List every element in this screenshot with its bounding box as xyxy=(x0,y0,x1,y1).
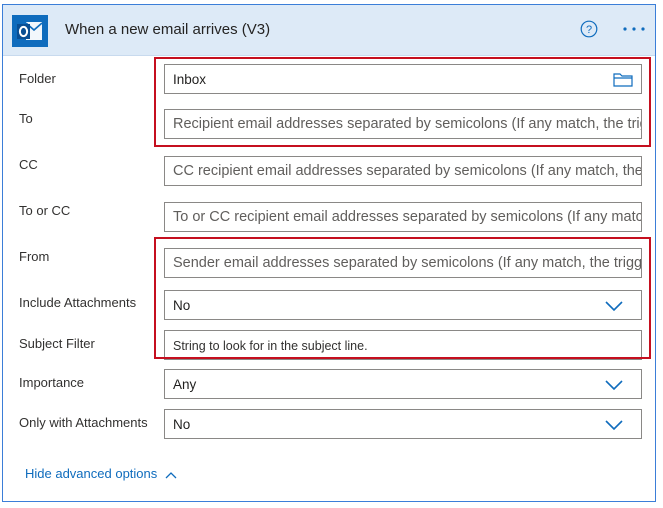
cc-label: CC xyxy=(19,157,38,172)
card-header[interactable]: When a new email arrives (V3) ? xyxy=(3,5,655,56)
chevron-down-icon xyxy=(605,301,623,312)
from-placeholder: Sender email addresses separated by semi… xyxy=(173,255,642,271)
to-or-cc-label: To or CC xyxy=(19,203,71,218)
chevron-down-icon xyxy=(605,380,623,391)
importance-value: Any xyxy=(173,377,197,392)
folder-value: Inbox xyxy=(173,72,207,87)
folder-label: Folder xyxy=(19,71,56,86)
chevron-up-icon xyxy=(165,471,177,479)
include-attachments-value: No xyxy=(173,298,191,313)
cc-placeholder: CC recipient email addresses separated b… xyxy=(173,163,642,179)
to-or-cc-placeholder: To or CC recipient email addresses separ… xyxy=(173,209,641,225)
to-or-cc-field[interactable]: To or CC recipient email addresses separ… xyxy=(164,202,642,232)
subject-filter-placeholder: String to look for in the subject line. xyxy=(173,339,368,353)
to-label: To xyxy=(19,111,33,126)
outlook-icon xyxy=(12,15,48,47)
include-attachments-label: Include Attachments xyxy=(19,295,137,310)
only-with-attachments-value: No xyxy=(173,417,191,432)
help-icon[interactable]: ? xyxy=(580,20,598,38)
hide-advanced-options-label: Hide advanced options xyxy=(25,466,158,481)
only-with-attachments-label: Only with Attachments xyxy=(19,415,148,430)
trigger-title: When a new email arrives (V3) xyxy=(65,21,271,38)
to-placeholder: Recipient email addresses separated by s… xyxy=(173,116,641,132)
include-attachments-dropdown[interactable]: No xyxy=(164,290,642,320)
importance-dropdown[interactable]: Any xyxy=(164,369,642,399)
folder-field[interactable]: Inbox xyxy=(164,64,642,94)
chevron-down-icon xyxy=(605,420,623,431)
folder-icon[interactable] xyxy=(613,72,633,87)
importance-label: Importance xyxy=(19,375,85,390)
hide-advanced-options-link[interactable]: Hide advanced options xyxy=(25,466,177,481)
subject-filter-field[interactable]: String to look for in the subject line. xyxy=(164,330,642,360)
svg-text:?: ? xyxy=(586,24,592,36)
to-field[interactable]: Recipient email addresses separated by s… xyxy=(164,109,642,139)
only-with-attachments-dropdown[interactable]: No xyxy=(164,409,642,439)
more-options-icon[interactable] xyxy=(620,19,648,39)
subject-filter-label: Subject Filter xyxy=(19,336,95,351)
cc-field[interactable]: CC recipient email addresses separated b… xyxy=(164,156,642,186)
from-label: From xyxy=(19,249,50,264)
from-field[interactable]: Sender email addresses separated by semi… xyxy=(164,248,642,278)
trigger-card: When a new email arrives (V3) ? Folder I… xyxy=(2,4,656,502)
